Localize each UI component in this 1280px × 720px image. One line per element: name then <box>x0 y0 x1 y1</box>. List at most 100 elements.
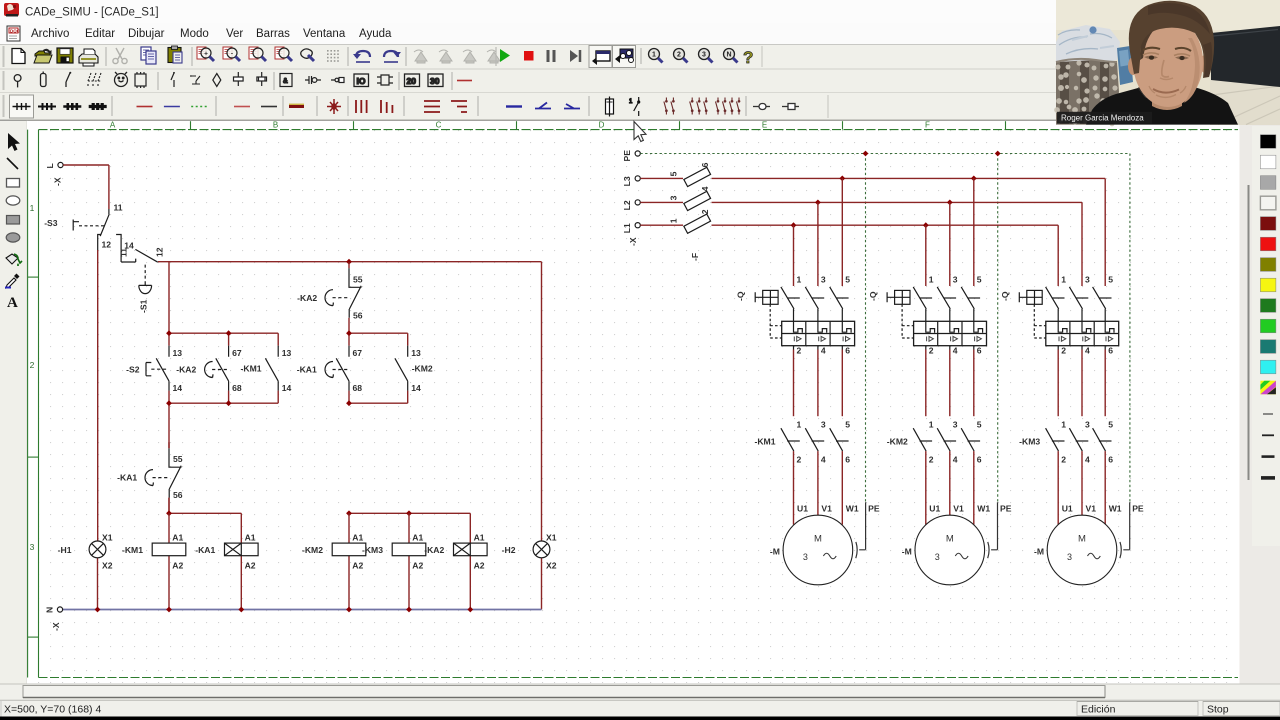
svg-text:56: 56 <box>173 490 183 500</box>
svg-text:5: 5 <box>1108 275 1113 285</box>
svg-text:1: 1 <box>30 203 35 213</box>
svg-text:-KA1: -KA1 <box>297 364 317 374</box>
svg-text:-F: -F <box>690 253 700 261</box>
svg-text:W1: W1 <box>846 503 859 513</box>
svg-text:4: 4 <box>953 345 958 355</box>
svg-text:2: 2 <box>797 455 802 465</box>
svg-text:Ver: Ver <box>226 28 243 40</box>
svg-text:11: 11 <box>114 203 123 213</box>
svg-text:1: 1 <box>669 218 679 223</box>
svg-text:-M: -M <box>1034 547 1044 557</box>
svg-text:U1: U1 <box>797 503 808 513</box>
svg-text:X=500, Y=70 (168) 4: X=500, Y=70 (168) 4 <box>4 704 101 716</box>
svg-text:PE: PE <box>622 150 632 162</box>
svg-text:B: B <box>273 121 278 130</box>
svg-text:3: 3 <box>803 552 808 562</box>
svg-text:4: 4 <box>953 455 958 465</box>
svg-text:6: 6 <box>1108 345 1113 355</box>
svg-text:L1: L1 <box>622 223 632 233</box>
svg-text:-KA1: -KA1 <box>195 545 215 555</box>
svg-text:A: A <box>110 121 116 130</box>
svg-text:X2: X2 <box>546 561 557 571</box>
svg-text:Barras: Barras <box>256 28 290 40</box>
svg-text:V1: V1 <box>1086 503 1097 513</box>
svg-text:-M: -M <box>770 547 780 557</box>
svg-text:5: 5 <box>845 275 850 285</box>
svg-text:-S2: -S2 <box>126 364 140 374</box>
svg-text:A2: A2 <box>474 561 485 571</box>
svg-text:PE: PE <box>1132 503 1144 513</box>
svg-text:3: 3 <box>821 420 826 430</box>
svg-text:Stop: Stop <box>1207 704 1229 716</box>
svg-text:Edición: Edición <box>1081 704 1116 716</box>
svg-text:-X: -X <box>53 177 63 186</box>
svg-text:11: 11 <box>119 248 129 257</box>
svg-text:DOC: DOC <box>10 29 21 34</box>
svg-text:A1: A1 <box>172 532 183 542</box>
svg-text:5: 5 <box>977 420 982 430</box>
svg-text:1: 1 <box>929 420 934 430</box>
svg-text:U1: U1 <box>929 503 940 513</box>
svg-text:L3: L3 <box>622 176 632 186</box>
svg-text:A1: A1 <box>352 532 363 542</box>
svg-text:A1: A1 <box>245 532 256 542</box>
svg-text:5: 5 <box>669 171 679 176</box>
svg-text:1: 1 <box>1061 420 1066 430</box>
svg-text:A2: A2 <box>172 561 183 571</box>
svg-text:-KM1: -KM1 <box>241 363 262 373</box>
svg-text:-KA1: -KA1 <box>117 473 137 483</box>
svg-text:6: 6 <box>977 345 982 355</box>
svg-text:4: 4 <box>821 455 826 465</box>
svg-text:X1: X1 <box>102 532 113 542</box>
svg-text:2: 2 <box>1061 345 1066 355</box>
svg-text:56: 56 <box>353 310 363 320</box>
svg-text:N: N <box>726 52 731 59</box>
svg-text:13: 13 <box>173 348 183 358</box>
svg-text:CADe_SIMU - [CADe_S1]: CADe_SIMU - [CADe_S1] <box>25 7 159 19</box>
svg-text:3: 3 <box>702 52 706 59</box>
svg-text:U1: U1 <box>1062 503 1073 513</box>
svg-text:6: 6 <box>1108 455 1113 465</box>
svg-text:C: C <box>436 121 442 130</box>
svg-text:-KA2: -KA2 <box>176 364 196 374</box>
svg-text:5: 5 <box>1108 420 1113 430</box>
svg-text:Dibujar: Dibujar <box>128 28 165 40</box>
svg-text:3: 3 <box>1085 275 1090 285</box>
svg-text:A2: A2 <box>412 561 423 571</box>
svg-text:14: 14 <box>282 383 292 393</box>
svg-text:1: 1 <box>1061 275 1066 285</box>
svg-text:14: 14 <box>411 383 421 393</box>
svg-text:2: 2 <box>1061 455 1066 465</box>
svg-text:-KM2: -KM2 <box>302 545 323 555</box>
svg-text:20: 20 <box>407 76 417 86</box>
svg-text:3: 3 <box>935 552 940 562</box>
svg-text:3: 3 <box>30 542 35 552</box>
svg-text:-Q: -Q <box>868 291 878 301</box>
svg-text:1: 1 <box>797 275 802 285</box>
svg-text:5: 5 <box>845 420 850 430</box>
svg-text:Ayuda: Ayuda <box>359 28 392 40</box>
svg-text:2: 2 <box>929 455 934 465</box>
svg-text:M: M <box>1078 534 1086 545</box>
svg-text:-S1: -S1 <box>139 299 149 313</box>
svg-text:1: 1 <box>797 420 802 430</box>
svg-text:-KM2: -KM2 <box>412 363 433 373</box>
svg-text:-H1: -H1 <box>58 545 72 555</box>
svg-text:-X: -X <box>51 622 61 631</box>
svg-text:3: 3 <box>953 275 958 285</box>
svg-text:W1: W1 <box>1109 503 1122 513</box>
svg-text:3: 3 <box>1067 552 1072 562</box>
svg-text:-X: -X <box>628 237 638 246</box>
svg-text:-M: -M <box>902 547 912 557</box>
svg-text:68: 68 <box>232 383 242 393</box>
svg-text:55: 55 <box>353 274 363 284</box>
svg-text:L2: L2 <box>622 200 632 210</box>
svg-text:PE: PE <box>868 503 880 513</box>
svg-text:55: 55 <box>173 454 183 464</box>
svg-text:2: 2 <box>30 360 35 370</box>
svg-text:6: 6 <box>977 455 982 465</box>
svg-text:-KM3: -KM3 <box>1019 436 1040 446</box>
svg-text:2: 2 <box>677 52 681 59</box>
svg-text:13: 13 <box>282 348 292 358</box>
svg-text:A1: A1 <box>474 532 485 542</box>
